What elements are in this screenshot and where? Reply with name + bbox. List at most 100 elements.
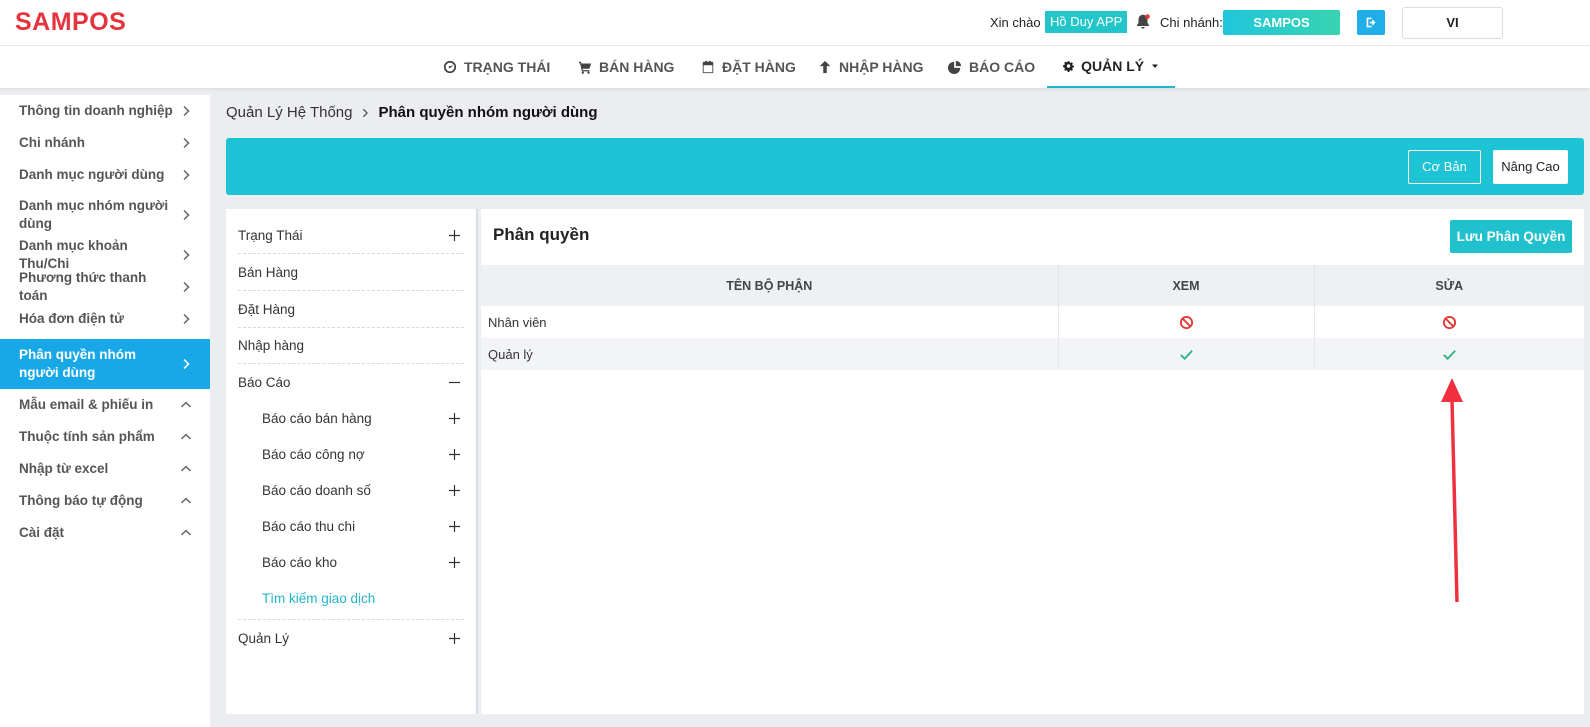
module-tree: Trạng Thái Bán Hàng Đặt Hàng Nhập hàng B… xyxy=(226,209,478,714)
module-label: Báo cáo thu chi xyxy=(262,518,356,534)
check-icon[interactable] xyxy=(1179,347,1194,362)
settings-sidebar: Thông tin doanh nghiệp Chi nhánh Danh mụ… xyxy=(0,95,210,727)
dashboard-icon xyxy=(443,60,457,74)
sidebar-item-label: Mẫu email & phiếu in xyxy=(19,397,154,412)
sidebar-item-users[interactable]: Danh mục người dùng xyxy=(0,159,210,191)
language-selector[interactable]: VI xyxy=(1402,7,1503,39)
module-item-quan-ly[interactable]: Quản Lý xyxy=(238,620,464,656)
module-item-nhap-hang[interactable]: Nhập hàng xyxy=(238,328,464,364)
module-label: Quản Lý xyxy=(238,630,290,646)
plus-icon[interactable] xyxy=(449,413,460,424)
module-label: Nhập hàng xyxy=(238,338,305,353)
sidebar-item-label: Cài đặt xyxy=(19,525,65,540)
module-item-bao-cao-doanh-so[interactable]: Báo cáo doanh số xyxy=(262,472,464,508)
sidebar-item-excel-import[interactable]: Nhập từ excel xyxy=(0,453,210,485)
sidebar-item-e-invoice[interactable]: Hóa đơn điện tử xyxy=(0,303,210,335)
module-label: Báo cáo doanh số xyxy=(262,482,371,498)
module-label: Báo Cáo xyxy=(238,374,291,390)
basic-mode-button[interactable]: Cơ Bản xyxy=(1408,150,1481,184)
module-item-bao-cao-kho[interactable]: Báo cáo kho xyxy=(262,544,464,580)
sidebar-item-label: Thông tin doanh nghiệp xyxy=(19,103,173,118)
branch-label: Chi nhánh: xyxy=(1160,15,1223,30)
plus-icon[interactable] xyxy=(449,449,460,460)
plus-icon[interactable] xyxy=(449,230,460,241)
nav-label: ĐẶT HÀNG xyxy=(722,59,796,75)
view-permission-cell[interactable] xyxy=(1058,306,1315,338)
column-header-view: XEM xyxy=(1058,265,1315,306)
edit-permission-cell[interactable] xyxy=(1314,306,1584,338)
nav-nhap-hang[interactable]: NHẬP HÀNG xyxy=(818,46,924,88)
column-header-edit: SỬA xyxy=(1314,265,1584,306)
module-item-bao-cao-cong-no[interactable]: Báo cáo công nợ xyxy=(262,436,464,472)
chevron-right-icon xyxy=(183,169,190,181)
sidebar-item-product-attributes[interactable]: Thuộc tính sản phẩm xyxy=(0,421,210,453)
save-permissions-button[interactable]: Lưu Phân Quyền xyxy=(1450,220,1572,253)
logout-button[interactable] xyxy=(1357,10,1385,35)
module-item-bao-cao[interactable]: Báo Cáo xyxy=(238,364,464,400)
module-item-ban-hang[interactable]: Bán Hàng xyxy=(238,254,464,291)
breadcrumb-parent[interactable]: Quản Lý Hệ Thống xyxy=(226,104,352,121)
module-label: Tìm kiếm giao dịch xyxy=(262,590,376,606)
sidebar-item-payment-methods[interactable]: Phương thức thanh toán xyxy=(0,270,210,303)
sidebar-item-label: Chi nhánh xyxy=(19,135,85,150)
chevron-right-icon xyxy=(183,137,190,149)
module-label: Báo cáo công nợ xyxy=(262,446,365,462)
denied-icon[interactable] xyxy=(1442,315,1457,330)
edit-permission-cell[interactable] xyxy=(1314,338,1584,370)
nav-trang-thai[interactable]: TRẠNG THÁI xyxy=(443,46,550,88)
chevron-right-icon xyxy=(363,108,369,117)
minus-icon[interactable] xyxy=(449,377,460,388)
mode-toolbar xyxy=(226,138,1584,195)
cart-icon xyxy=(578,61,592,74)
module-item-bao-cao-thu-chi[interactable]: Báo cáo thu chi xyxy=(262,508,464,544)
arrow-up-icon xyxy=(819,60,831,74)
sidebar-item-permissions[interactable]: Phân quyền nhóm người dùng xyxy=(0,339,210,389)
sidebar-item-business-info[interactable]: Thông tin doanh nghiệp xyxy=(0,95,210,127)
plus-icon[interactable] xyxy=(449,557,460,568)
module-label: Báo cáo kho xyxy=(262,554,338,570)
bell-icon[interactable] xyxy=(1134,13,1152,31)
greeting-text: Xin chào xyxy=(990,15,1041,30)
advanced-mode-button[interactable]: Nâng Cao xyxy=(1493,150,1568,184)
denied-icon[interactable] xyxy=(1179,315,1194,330)
nav-dat-hang[interactable]: ĐẶT HÀNG xyxy=(701,46,796,88)
gear-icon xyxy=(1063,61,1074,72)
plus-icon[interactable] xyxy=(449,485,460,496)
main-nav: TRẠNG THÁI BÁN HÀNG ĐẶT HÀNG NHẬP HÀNG B… xyxy=(0,46,1590,88)
calendar-icon xyxy=(702,60,714,74)
sidebar-item-label: Nhập từ excel xyxy=(19,461,109,476)
module-item-dat-hang[interactable]: Đặt Hàng xyxy=(238,291,464,328)
module-item-bao-cao-ban-hang[interactable]: Báo cáo bán hàng xyxy=(262,400,464,436)
logo[interactable]: SAMPOS xyxy=(15,8,126,37)
module-item-trang-thai[interactable]: Trạng Thái xyxy=(238,217,464,254)
chevron-right-icon xyxy=(183,313,190,325)
check-icon[interactable] xyxy=(1442,347,1457,362)
user-name-badge[interactable]: Hồ Duy APP xyxy=(1045,11,1128,33)
sidebar-item-auto-notifications[interactable]: Thông báo tự động xyxy=(0,485,210,517)
nav-label: BÁN HÀNG xyxy=(599,59,675,75)
nav-ban-hang[interactable]: BÁN HÀNG xyxy=(578,46,674,88)
module-item-tim-kiem-giao-dich[interactable]: Tìm kiếm giao dịch xyxy=(262,580,464,616)
chevron-right-icon xyxy=(183,209,190,221)
nav-bao-cao[interactable]: BÁO CÁO xyxy=(948,46,1035,88)
sidebar-item-label: Danh mục người dùng xyxy=(19,167,165,182)
chevron-up-icon xyxy=(180,497,192,504)
branch-selector[interactable]: SAMPOS xyxy=(1223,10,1340,35)
sidebar-item-settings[interactable]: Cài đặt xyxy=(0,517,210,549)
sidebar-item-label: Hóa đơn điện tử xyxy=(19,311,124,326)
sidebar-item-income-expense[interactable]: Danh mục khoản Thu/Chi xyxy=(0,238,210,271)
module-label: Bán Hàng xyxy=(238,264,299,280)
permissions-panel: Phân quyền Lưu Phân Quyền TÊN BỘ PHẬN XE… xyxy=(481,209,1584,714)
sidebar-item-label: Danh mục nhóm người dùng xyxy=(19,198,169,231)
plus-icon[interactable] xyxy=(449,521,460,532)
table-row: Quản lý xyxy=(481,338,1584,370)
table-row: Nhân viên xyxy=(481,306,1584,338)
nav-quan-ly[interactable]: QUẢN LÝ xyxy=(1047,46,1175,88)
plus-icon[interactable] xyxy=(449,633,460,644)
sidebar-item-user-groups[interactable]: Danh mục nhóm người dùng xyxy=(0,191,210,239)
view-permission-cell[interactable] xyxy=(1058,338,1315,370)
sidebar-item-branch[interactable]: Chi nhánh xyxy=(0,127,210,159)
logout-icon xyxy=(1366,17,1376,28)
module-label: Trạng Thái xyxy=(238,227,303,243)
sidebar-item-email-templates[interactable]: Mẫu email & phiếu in xyxy=(0,389,210,421)
